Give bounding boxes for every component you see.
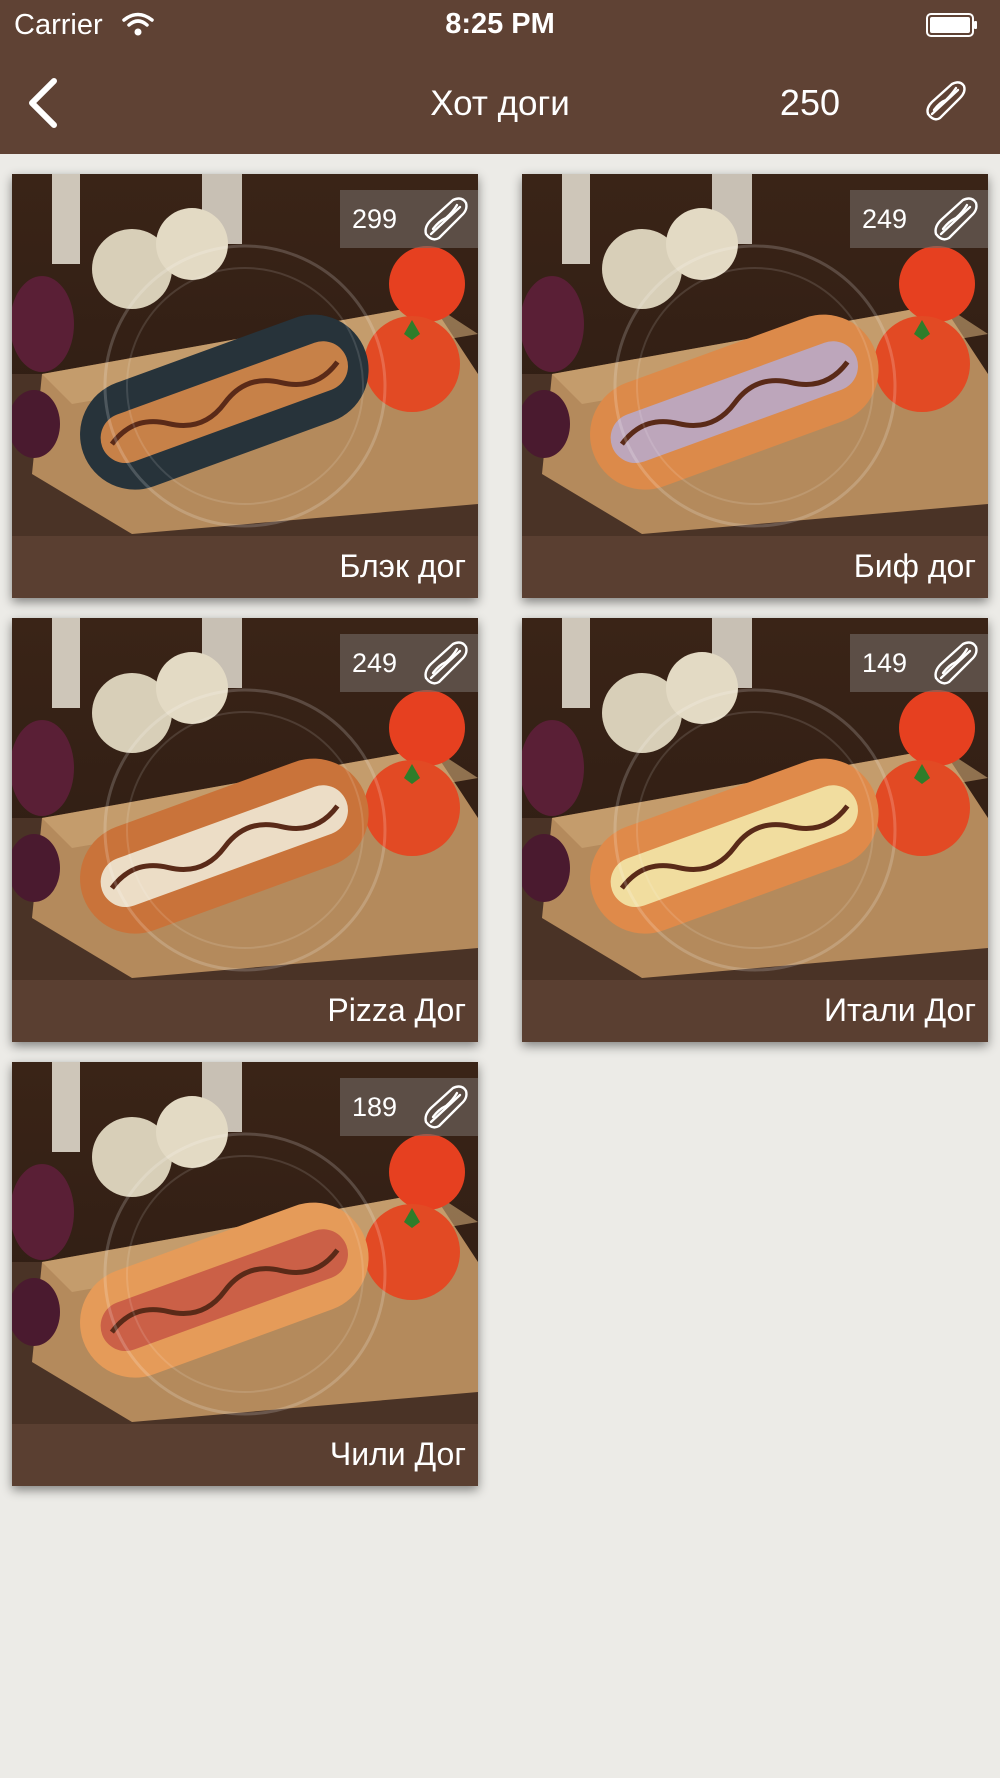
product-card[interactable]: 249 Pizza Дог [12,618,478,1042]
hotdog-icon [934,197,978,241]
product-name: Биф дог [853,548,976,584]
hotdog-icon [934,641,978,685]
price-value: 299 [352,204,398,234]
product-name-bar: Итали Дог [522,980,988,1042]
product-card[interactable]: 249 Биф дог [522,174,988,598]
price-value: 189 [352,1092,398,1122]
product-name-bar: Блэк дог [12,536,478,598]
price-badge: 249 [340,634,478,692]
product-name: Чили Дог [329,1436,466,1472]
product-card[interactable]: 299 Блэк дог [12,174,478,598]
price-value: 249 [352,648,398,678]
product-name-bar: Чили Дог [12,1424,478,1486]
product-card[interactable]: 149 Итали Дог [522,618,988,1042]
product-name: Pizza Дог [327,992,466,1028]
hotdog-icon [424,1085,468,1129]
balance-value: 250 [779,82,840,123]
price-badge: 149 [850,634,988,692]
product-name-bar: Биф дог [522,536,988,598]
product-name-bar: Pizza Дог [12,980,478,1042]
page-title: Хот доги [430,84,570,123]
status-bar: Carrier 8:25 PM [0,0,1000,52]
battery-icon [926,13,977,37]
product-name: Итали Дог [823,992,976,1028]
hotdog-icon [926,81,966,121]
price-badge: 299 [340,190,478,248]
hotdog-icon [424,197,468,241]
top-bar: Carrier 8:25 PM Хот доги 250 [0,0,1000,154]
clock: 8:25 PM [445,8,555,40]
price-value: 249 [862,204,908,234]
product-card[interactable]: 189 Чили Дог [12,1062,478,1486]
price-badge: 249 [850,190,988,248]
product-name: Блэк дог [339,548,466,584]
price-badge: 189 [340,1078,478,1136]
hotdog-icon [424,641,468,685]
navigation-bar: Хот доги 250 [0,52,1000,154]
price-value: 149 [862,648,908,678]
